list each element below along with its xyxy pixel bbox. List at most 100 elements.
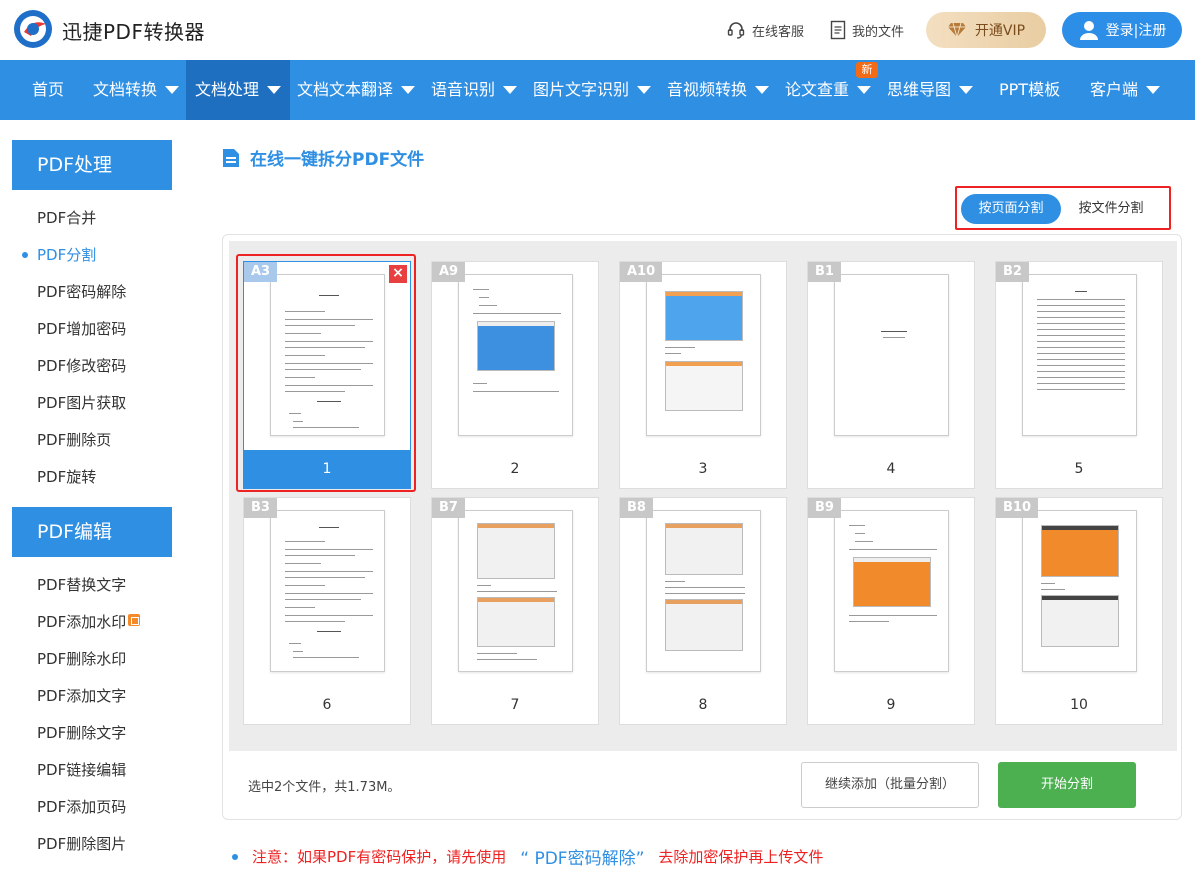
nav-paper-check-label: 论文查重 [785,80,850,99]
nav-doc-convert[interactable]: 文档转换 [93,60,180,120]
page-preview [834,274,949,436]
nav-home[interactable]: 首页 [32,60,64,120]
page-thumbnail-card[interactable]: A10 3 [619,261,787,489]
page-preview [458,274,573,436]
document-icon [830,20,846,40]
sidebar-item-pdf-change-password[interactable]: PDF修改密码 [12,348,172,385]
page-thumbnail-card[interactable]: B8 8 [619,497,787,725]
nav-doc-process[interactable]: 文档处理 [186,60,291,120]
sidebar-item-pdf-split[interactable]: PDF分割 [12,237,172,274]
page-number: 9 [886,697,896,713]
chevron-down-icon [959,86,974,94]
sidebar-item-pdf-add-page-number[interactable]: PDF添加页码 [12,789,172,826]
page-thumbnail-card[interactable]: B10 10 [995,497,1163,725]
page-source-tag: A9 [432,262,466,282]
page-source-tag: B10 [996,498,1038,518]
chevron-down-icon [857,86,872,94]
page-number: 3 [698,461,708,477]
page-source-tag: B8 [620,498,653,518]
app-logo-icon[interactable] [12,8,54,50]
nav-client[interactable]: 客户端 [1090,60,1161,120]
sidebar-item-pdf-link-edit[interactable]: PDF链接编辑 [12,752,172,789]
nav-ppt-template-label: PPT模板 [999,80,1061,99]
nav-mind-map[interactable]: 思维导图 [887,60,974,120]
online-service-link[interactable]: 在线客服 [726,20,804,40]
sidebar-item-pdf-merge[interactable]: PDF合并 [12,200,172,237]
page-source-tag: B2 [996,262,1029,282]
split-by-file-button[interactable]: 按文件分割 [1061,194,1161,224]
diamond-icon [947,22,966,38]
pdf-password-remove-link[interactable]: “ PDF密码解除” [520,844,644,869]
start-split-button[interactable]: 开始分割 [998,762,1136,808]
login-register-button[interactable]: 登录|注册 [1062,12,1182,48]
page-preview [834,510,949,672]
page-thumbnail-card[interactable]: B3 6 [243,497,411,725]
chevron-down-icon [755,86,770,94]
headset-icon [727,22,745,39]
online-service-label: 在线客服 [752,24,805,40]
nav-doc-process-label: 文档处理 [195,80,260,99]
chevron-down-icon [267,86,282,94]
page-number: 8 [698,697,708,713]
new-badge: 新 [856,62,878,78]
app-name[interactable]: 迅捷PDF转换器 [62,16,205,45]
sidebar-item-pdf-delete-images[interactable]: PDF删除图片 [12,826,172,863]
sidebar-item-pdf-delete-text[interactable]: PDF删除文字 [12,715,172,752]
chevron-down-icon [1146,86,1161,94]
nav-doc-convert-label: 文档转换 [93,80,158,99]
page-thumbnail-card[interactable]: B9 9 [807,497,975,725]
nav-ppt-template[interactable]: PPT模板 [999,60,1060,120]
nav-av-convert[interactable]: 音视频转换 [667,60,770,120]
page-thumbnail-card[interactable]: A9 2 [431,261,599,489]
chevron-down-icon [401,86,416,94]
sidebar-item-pdf-add-password[interactable]: PDF增加密码 [12,311,172,348]
sidebar: PDF处理 PDF合并 PDF分割 PDF密码解除 PDF增加密码 PDF修改密… [12,140,172,863]
page-thumbnail-card[interactable]: B7 7 [431,497,599,725]
add-more-batch-button[interactable]: 继续添加（批量分割） [801,762,979,808]
split-by-page-button[interactable]: 按页面分割 [961,194,1061,224]
split-mode-toggle: 按页面分割 按文件分割 [955,186,1171,230]
chevron-down-icon [503,86,518,94]
sidebar-item-pdf-remove-watermark[interactable]: PDF删除水印 [12,641,172,678]
document-list-icon [223,148,239,167]
selection-status: 选中2个文件，共1.73M。 [248,780,401,795]
page-preview [1022,274,1137,436]
open-vip-button[interactable]: 开通VIP [926,12,1046,48]
page-number: 4 [886,461,896,477]
page-source-tag: B7 [432,498,465,518]
page-number: 10 [1070,697,1088,713]
page-preview [458,510,573,672]
sidebar-item-pdf-add-watermark[interactable]: PDF添加水印 [12,604,172,641]
page-thumbnail-card[interactable]: B1 4 [807,261,975,489]
top-header: 迅捷PDF转换器 在线客服 我的文件 开通VIP 登录|注册 [0,0,1195,60]
nav-doc-translate[interactable]: 文档文本翻译 [297,60,416,120]
notice-prefix: 注意：如果PDF有密码保护，请先使用 [252,848,507,866]
nav-mind-map-label: 思维导图 [887,80,952,99]
page-number: 2 [510,461,520,477]
sidebar-item-pdf-add-text[interactable]: PDF添加文字 [12,678,172,715]
page-source-tag: A10 [620,262,663,282]
sidebar-item-pdf-rotate[interactable]: PDF旋转 [12,459,172,496]
chevron-down-icon [637,86,652,94]
my-files-link[interactable]: 我的文件 [830,20,904,40]
page-preview [1022,510,1137,672]
sidebar-item-pdf-replace-text[interactable]: PDF替换文字 [12,567,172,604]
nav-image-ocr-label: 图片文字识别 [533,80,630,99]
page-title: 在线一键拆分PDF文件 [250,150,425,170]
page-preview [646,274,761,436]
sidebar-item-pdf-extract-images[interactable]: PDF图片获取 [12,385,172,422]
password-notice: 注意：如果PDF有密码保护，请先使用 “ PDF密码解除” 去除加密保护再上传文… [232,844,823,869]
page-thumbnail-card[interactable]: B2 5 [995,261,1163,489]
sidebar-item-pdf-delete-pages[interactable]: PDF删除页 [12,422,172,459]
open-vip-label: 开通VIP [974,23,1026,39]
page-preview [646,510,761,672]
nav-image-ocr[interactable]: 图片文字识别 [533,60,652,120]
nav-client-label: 客户端 [1090,80,1139,99]
sidebar-section-pdf-edit: PDF编辑 [12,507,172,557]
sidebar-item-pdf-remove-password[interactable]: PDF密码解除 [12,274,172,311]
my-files-label: 我的文件 [852,24,905,40]
nav-speech-recognition[interactable]: 语音识别 [431,60,518,120]
page-number: 6 [322,697,332,713]
